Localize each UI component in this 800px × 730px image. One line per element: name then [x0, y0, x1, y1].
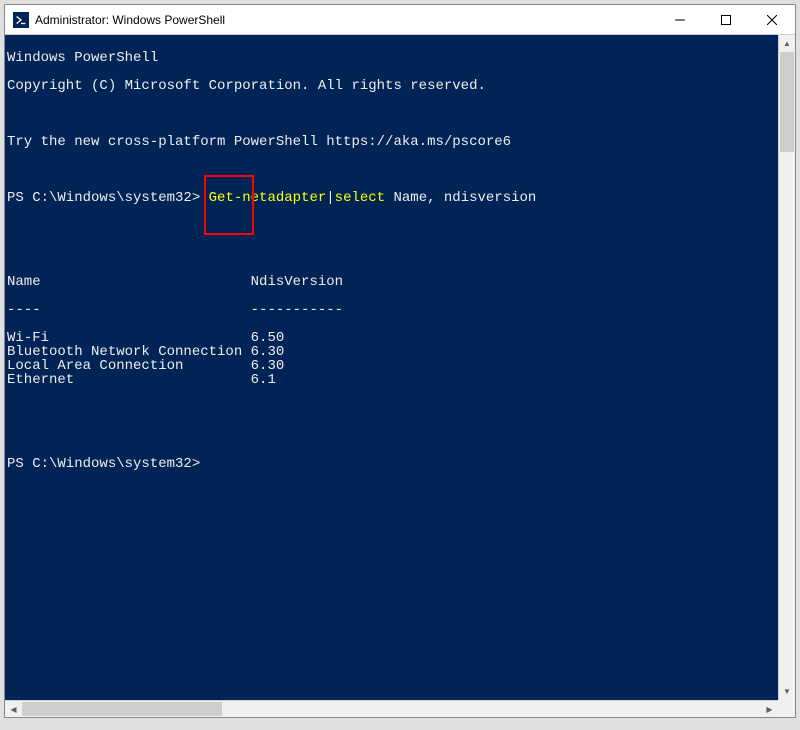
- column-header-name: Name: [7, 274, 251, 290]
- scroll-up-button[interactable]: ▲: [779, 35, 795, 52]
- window-title: Administrator: Windows PowerShell: [35, 13, 225, 27]
- cmd-select: select: [335, 190, 394, 206]
- vertical-scrollbar[interactable]: ▲ ▼: [778, 35, 795, 700]
- scroll-left-button[interactable]: ◀: [5, 701, 22, 717]
- powershell-window: Administrator: Windows PowerShell Window…: [4, 4, 796, 718]
- horizontal-scrollbar[interactable]: ◀ ▶: [5, 700, 778, 717]
- cmd-args: Name, ndisversion: [393, 190, 536, 206]
- scrollbar-corner: [778, 700, 795, 717]
- ps-header-1: Windows PowerShell: [7, 50, 158, 66]
- ps-tip: Try the new cross-platform PowerShell ht…: [7, 134, 511, 150]
- powershell-icon: [13, 12, 29, 28]
- adapter-name: Ethernet: [7, 372, 251, 388]
- prompt-2: PS C:\Windows\system32>: [7, 456, 200, 472]
- prompt-1: PS C:\Windows\system32>: [7, 190, 209, 206]
- titlebar[interactable]: Administrator: Windows PowerShell: [5, 5, 795, 35]
- cmd-pipe: |: [326, 190, 334, 206]
- ps-header-2: Copyright (C) Microsoft Corporation. All…: [7, 78, 486, 94]
- minimize-button[interactable]: [657, 5, 703, 34]
- vertical-scroll-thumb[interactable]: [780, 52, 794, 152]
- window-controls: [657, 5, 795, 34]
- maximize-button[interactable]: [703, 5, 749, 34]
- terminal-output[interactable]: Windows PowerShell Copyright (C) Microso…: [5, 35, 795, 717]
- column-dashes-ndisversion: -----------: [251, 302, 343, 318]
- horizontal-scroll-thumb[interactable]: [22, 702, 222, 716]
- scroll-down-button[interactable]: ▼: [779, 683, 795, 700]
- adapter-ndisversion: 6.1: [251, 372, 276, 388]
- column-header-ndisversion: NdisVersion: [251, 274, 343, 290]
- cmd-get-netadapter: Get-netadapter: [209, 190, 327, 206]
- close-button[interactable]: [749, 5, 795, 34]
- scroll-right-button[interactable]: ▶: [761, 701, 778, 717]
- column-dashes-name: ----: [7, 302, 251, 318]
